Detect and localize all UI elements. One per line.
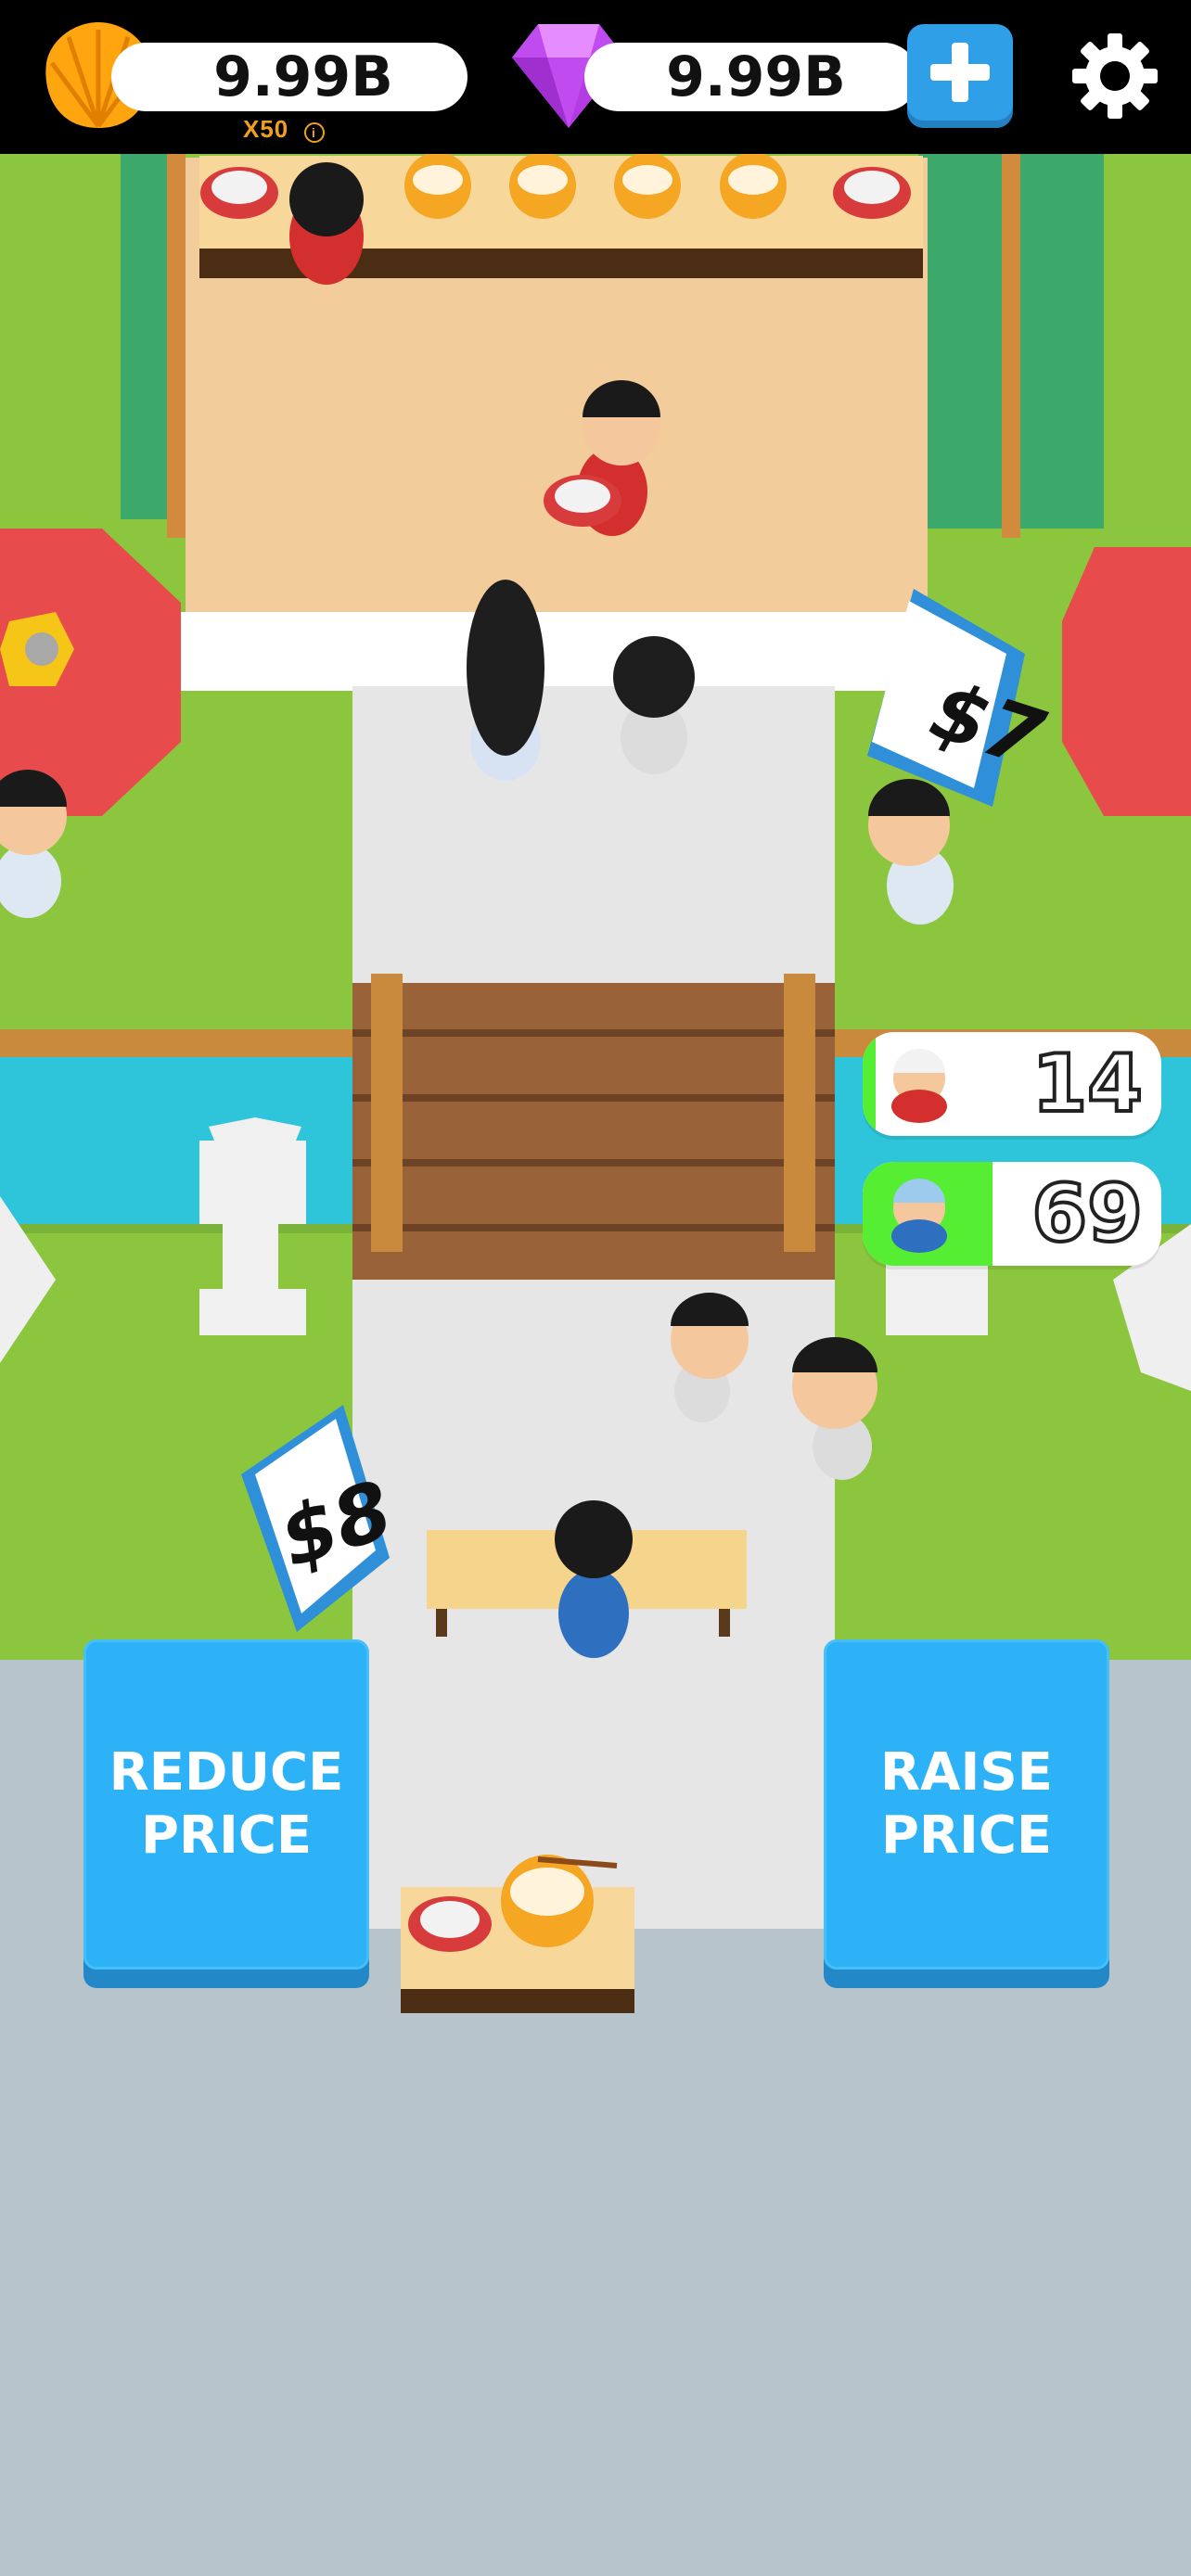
red-customer-counter: 14 (863, 1032, 1161, 1136)
customer-character (467, 580, 544, 781)
game-scene[interactable]: $7 $8 (0, 0, 1191, 2576)
blue-customer-count: 69 (1030, 1166, 1145, 1262)
customer-character (613, 636, 695, 774)
info-icon[interactable]: i (303, 122, 325, 143)
red-customer-icon (891, 1049, 947, 1123)
coin-balance: 9.99B (111, 43, 467, 111)
counter-fill (863, 1032, 992, 1136)
raise-price-button[interactable]: RAISE PRICE (824, 1639, 1109, 1970)
plus-icon (930, 43, 990, 102)
coin-multiplier[interactable]: X50 i (243, 115, 325, 144)
counter-fill (863, 1162, 992, 1266)
blue-customer-counter: 69 (863, 1162, 1161, 1266)
chef-character (289, 162, 364, 285)
blue-customer-icon (891, 1179, 947, 1253)
add-gems-button[interactable] (907, 24, 1013, 128)
gear-icon[interactable] (1067, 28, 1163, 124)
multiplier-label: X50 (243, 115, 289, 143)
gem-balance: 9.99B (584, 43, 918, 111)
reduce-price-button[interactable]: REDUCE PRICE (83, 1639, 369, 1970)
red-customer-count: 14 (1030, 1036, 1145, 1132)
top-hud: 9.99B X50 i 9.99B (0, 0, 1191, 154)
